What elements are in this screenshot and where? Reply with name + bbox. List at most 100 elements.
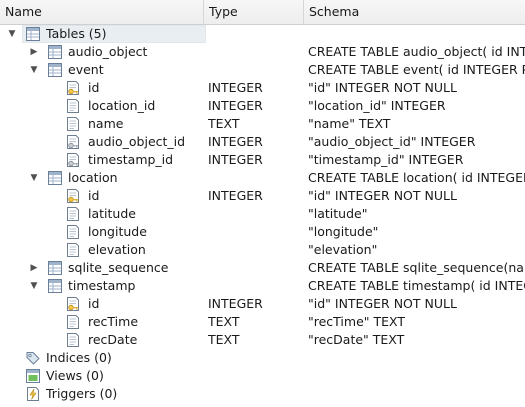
tree-row-field[interactable]: recTime TEXT "recTime" TEXT: [0, 313, 525, 331]
tree-row-label: name: [88, 116, 124, 131]
tree-row-field[interactable]: name TEXT "name" TEXT: [0, 115, 525, 133]
collapsed-chevron-icon[interactable]: ▶: [28, 43, 40, 61]
table-icon: [26, 27, 40, 41]
expanded-chevron-icon[interactable]: ▼: [28, 169, 40, 187]
table-icon: [48, 45, 62, 59]
expanded-chevron-icon[interactable]: ▼: [28, 61, 40, 79]
table-icon: [48, 63, 62, 77]
tree-row-indices[interactable]: Indices (0): [0, 349, 525, 367]
view-icon: [26, 369, 40, 383]
tree-row-label: event: [68, 62, 104, 77]
tree-row-type: INTEGER: [208, 98, 263, 113]
tree-row-schema: "recTime" TEXT: [308, 314, 406, 329]
tree-row-label: Tables (5): [46, 26, 107, 41]
tree-row-label: sqlite_sequence: [68, 260, 169, 275]
column-header-type[interactable]: Type: [204, 0, 304, 24]
tree-row-schema: "latitude": [308, 206, 368, 221]
tree-row-field[interactable]: longitude "longitude": [0, 223, 525, 241]
tree-row-table-location[interactable]: ▼ location CREATE TABLE location( id INT…: [0, 169, 525, 187]
tree-row-label: id: [88, 296, 100, 311]
tree-row-field[interactable]: id INTEGER "id" INTEGER NOT NULL: [0, 295, 525, 313]
tree-row-type: INTEGER: [208, 152, 263, 167]
tree-row-label: Views (0): [46, 368, 104, 383]
field-icon: [66, 333, 80, 347]
tree-row-schema: CREATE TABLE location( id INTEGER PRIMAR…: [308, 170, 525, 185]
tree-row-label: elevation: [88, 242, 146, 257]
tree-row-schema: "longitude": [308, 224, 379, 239]
tree-row-label: audio_object: [68, 44, 148, 59]
tree-row-type: TEXT: [208, 314, 240, 329]
expanded-chevron-icon[interactable]: ▼: [28, 277, 40, 295]
tree-row-field[interactable]: recDate TEXT "recDate" TEXT: [0, 331, 525, 349]
tree-row-schema: CREATE TABLE sqlite_sequence(name,seq): [308, 260, 525, 275]
tree-row-label: id: [88, 80, 100, 95]
tree-row-field[interactable]: timestamp_id INTEGER "timestamp_id" INTE…: [0, 151, 525, 169]
tree-row-views[interactable]: Views (0): [0, 367, 525, 385]
tree-row-schema: "id" INTEGER NOT NULL: [308, 296, 457, 311]
tree-row-field[interactable]: latitude "latitude": [0, 205, 525, 223]
tree-row-schema: CREATE TABLE audio_object( id INTEGER: [308, 44, 525, 59]
column-header-name[interactable]: Name: [0, 0, 204, 24]
primary-key-field-icon: [66, 297, 80, 311]
tree-row-table-timestamp[interactable]: ▼ timestamp CREATE TABLE timestamp( id I…: [0, 277, 525, 295]
tree-row-table-audio-object[interactable]: ▶ audio_object CREATE TABLE audio_object…: [0, 43, 525, 61]
index-tag-icon: [26, 351, 40, 365]
tree-row-field[interactable]: elevation "elevation": [0, 241, 525, 259]
tree-row-schema: "id" INTEGER NOT NULL: [308, 80, 457, 95]
field-icon: [66, 315, 80, 329]
tree-row-field[interactable]: id INTEGER "id" INTEGER NOT NULL: [0, 187, 525, 205]
tree-row-label: Indices (0): [46, 350, 112, 365]
tree-row-label: location_id: [88, 98, 156, 113]
tree-row-label: id: [88, 188, 100, 203]
tree-row-field[interactable]: audio_object_id INTEGER "audio_object_id…: [0, 133, 525, 151]
foreign-key-field-icon: [66, 153, 80, 167]
tree-row-label: latitude: [88, 206, 136, 221]
foreign-key-field-icon: [66, 135, 80, 149]
tree-row-label: location: [68, 170, 118, 185]
tree-row-table-sqlite-sequence[interactable]: ▶ sqlite_sequence CREATE TABLE sqlite_se…: [0, 259, 525, 277]
tree-row-schema: "elevation": [308, 242, 378, 257]
tree-header: Name Type Schema: [0, 0, 525, 25]
tree-row-type: INTEGER: [208, 188, 263, 203]
tree-row-triggers[interactable]: Triggers (0): [0, 385, 525, 403]
tree-row-table-event[interactable]: ▼ event CREATE TABLE event( id INTEGER P…: [0, 61, 525, 79]
tree-row-label: recTime: [88, 314, 139, 329]
primary-key-field-icon: [66, 189, 80, 203]
collapsed-chevron-icon[interactable]: ▶: [28, 259, 40, 277]
tree-row-schema: "timestamp_id" INTEGER: [308, 152, 464, 167]
table-icon: [48, 279, 62, 293]
tree-row-type: TEXT: [208, 116, 240, 131]
tree-row-type: TEXT: [208, 332, 240, 347]
tree-row-label: Triggers (0): [46, 386, 118, 401]
expanded-chevron-icon[interactable]: ▼: [6, 25, 18, 43]
tree-row-schema: "location_id" INTEGER: [308, 98, 446, 113]
tree-row-field[interactable]: id INTEGER "id" INTEGER NOT NULL: [0, 79, 525, 97]
field-icon: [66, 117, 80, 131]
table-icon: [48, 171, 62, 185]
field-icon: [66, 225, 80, 239]
table-icon: [48, 261, 62, 275]
tree-row-schema: "id" INTEGER NOT NULL: [308, 188, 457, 203]
tree-row-schema: "audio_object_id" INTEGER: [308, 134, 476, 149]
tree-row-type: INTEGER: [208, 296, 263, 311]
tree-row-tables[interactable]: ▼ Tables (5): [0, 25, 525, 43]
tree-row-schema: "recDate" TEXT: [308, 332, 405, 347]
tree-row-label: timestamp_id: [88, 152, 174, 167]
db-schema-tree[interactable]: Name Type Schema ▼ Tables (5) ▶ audio_ob…: [0, 0, 525, 407]
column-header-schema[interactable]: Schema: [304, 0, 525, 24]
primary-key-field-icon: [66, 81, 80, 95]
tree-row-label: longitude: [88, 224, 147, 239]
tree-row-label: audio_object_id: [88, 134, 186, 149]
tree-row-field[interactable]: location_id INTEGER "location_id" INTEGE…: [0, 97, 525, 115]
trigger-icon: [26, 387, 40, 401]
tree-row-schema: "name" TEXT: [308, 116, 391, 131]
field-icon: [66, 207, 80, 221]
tree-row-type: INTEGER: [208, 134, 263, 149]
tree-row-schema: CREATE TABLE timestamp( id INTEGER PRIM: [308, 278, 525, 293]
tree-row-label: recDate: [88, 332, 138, 347]
tree-row-schema: CREATE TABLE event( id INTEGER PRIMARY: [308, 62, 525, 77]
tree-row-label: timestamp: [68, 278, 136, 293]
field-icon: [66, 99, 80, 113]
tree-row-type: INTEGER: [208, 80, 263, 95]
field-icon: [66, 243, 80, 257]
